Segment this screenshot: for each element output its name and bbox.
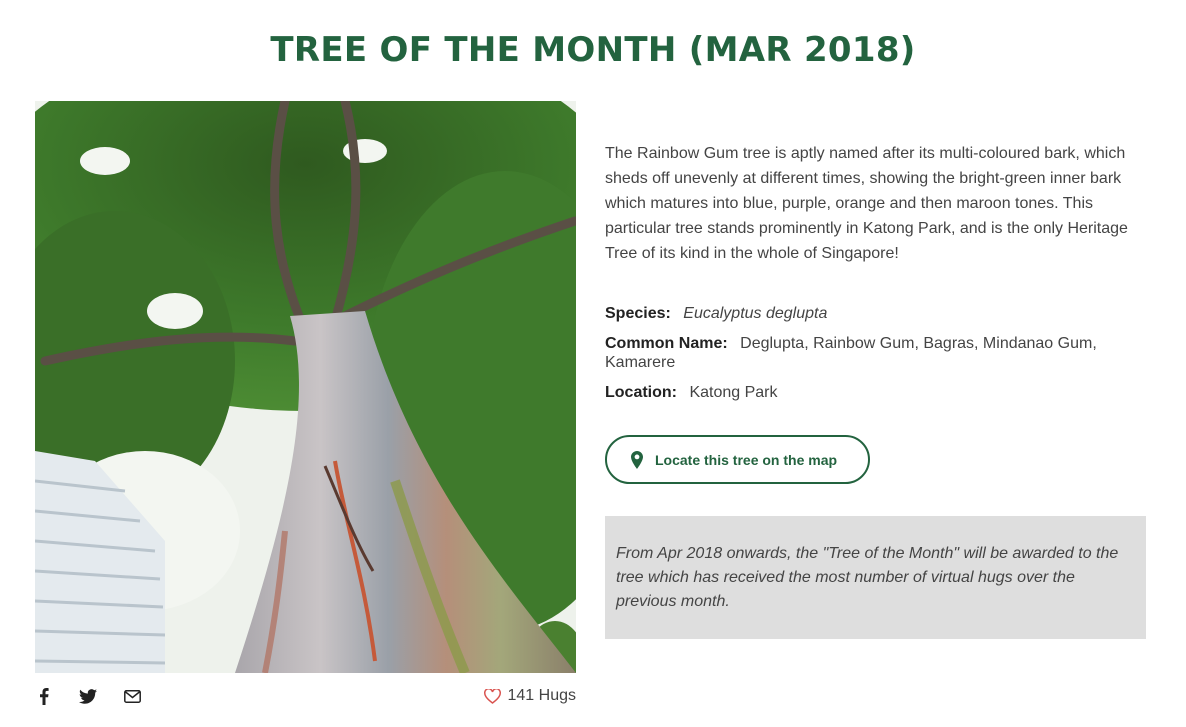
hugs-notice: From Apr 2018 onwards, the "Tree of the … — [605, 516, 1146, 639]
locate-on-map-label: Locate this tree on the map — [655, 451, 838, 468]
share-bar: 141 Hugs — [35, 682, 576, 710]
tree-photo — [35, 101, 576, 673]
facebook-icon[interactable] — [35, 687, 53, 705]
location-label: Location: — [605, 384, 677, 401]
heart-outline-icon — [483, 688, 501, 704]
map-pin-icon — [631, 450, 643, 469]
common-name-row: Common Name: Deglupta, Rainbow Gum, Bagr… — [605, 334, 1150, 372]
twitter-icon[interactable] — [79, 687, 97, 705]
species-label: Species: — [605, 305, 671, 322]
page-title: TREE OF THE MONTH (MAR 2018) — [270, 30, 916, 70]
email-icon[interactable] — [123, 687, 141, 705]
tree-facts: Species: Eucalyptus deglupta Common Name… — [605, 304, 1150, 413]
location-value: Katong Park — [689, 384, 778, 401]
locate-on-map-button[interactable]: Locate this tree on the map — [605, 435, 870, 484]
species-row: Species: Eucalyptus deglupta — [605, 304, 1150, 323]
tree-description: The Rainbow Gum tree is aptly named afte… — [605, 145, 1128, 262]
hug-counter[interactable]: 141 Hugs — [483, 687, 577, 705]
common-name-label: Common Name: — [605, 335, 728, 352]
species-value: Eucalyptus deglupta — [683, 305, 828, 322]
location-row: Location: Katong Park — [605, 383, 1150, 402]
hugs-label: 141 Hugs — [507, 687, 577, 704]
